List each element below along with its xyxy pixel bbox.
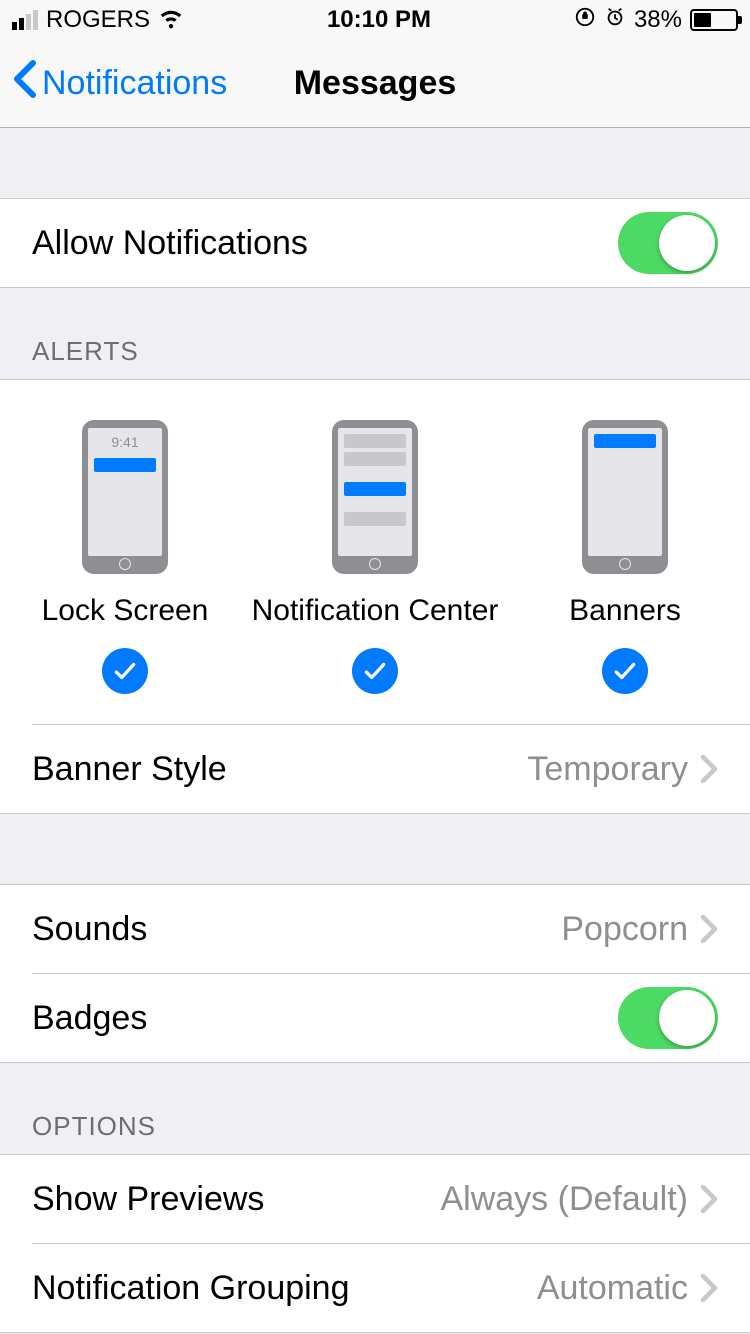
- show-previews-value: Always (Default): [440, 1180, 688, 1219]
- check-icon: [112, 658, 138, 684]
- banners-check[interactable]: [602, 648, 648, 694]
- notification-center-label: Notification Center: [252, 594, 499, 628]
- back-label: Notifications: [42, 64, 227, 103]
- alert-lock-screen[interactable]: 9:41 Lock Screen: [1, 420, 249, 694]
- row-banner-style[interactable]: Banner Style Temporary: [0, 725, 750, 813]
- alert-notification-center[interactable]: Notification Center: [251, 420, 499, 694]
- status-bar: ROGERS 10:10 PM 38%: [0, 0, 750, 40]
- status-time: 10:10 PM: [327, 6, 431, 34]
- banner-style-label: Banner Style: [32, 750, 227, 789]
- signal-icon: [12, 10, 38, 30]
- battery-pct: 38%: [634, 6, 682, 34]
- row-badges[interactable]: Badges: [0, 974, 750, 1062]
- lock-screen-label: Lock Screen: [42, 594, 209, 628]
- spacer: [0, 814, 750, 884]
- alert-banners[interactable]: Banners: [501, 420, 749, 694]
- lock-screen-check[interactable]: [102, 648, 148, 694]
- alarm-icon: [604, 6, 626, 35]
- group-alerts: 9:41 Lock Screen: [0, 379, 750, 814]
- badges-switch[interactable]: [618, 987, 718, 1049]
- check-icon: [362, 658, 388, 684]
- alerts-options: 9:41 Lock Screen: [0, 380, 750, 724]
- preview-time: 9:41: [94, 434, 156, 450]
- show-previews-label: Show Previews: [32, 1180, 264, 1219]
- notification-grouping-label: Notification Grouping: [32, 1269, 350, 1308]
- row-allow-notifications[interactable]: Allow Notifications: [0, 199, 750, 287]
- badges-label: Badges: [32, 999, 147, 1038]
- chevron-left-icon: [12, 59, 38, 108]
- banners-label: Banners: [569, 594, 681, 628]
- sounds-value: Popcorn: [561, 910, 688, 949]
- chevron-right-icon: [700, 914, 718, 944]
- options-header: OPTIONS: [0, 1063, 750, 1154]
- orientation-lock-icon: [574, 6, 596, 35]
- chevron-right-icon: [700, 1184, 718, 1214]
- wifi-icon: [158, 4, 184, 37]
- status-left: ROGERS: [12, 4, 184, 37]
- alerts-header: ALERTS: [0, 288, 750, 379]
- check-icon: [612, 658, 638, 684]
- chevron-right-icon: [700, 1273, 718, 1303]
- lock-screen-diagram: 9:41: [82, 420, 168, 574]
- notification-center-diagram: [332, 420, 418, 574]
- spacer: [0, 128, 750, 198]
- banner-style-value: Temporary: [527, 750, 688, 789]
- status-right: 38%: [574, 6, 738, 35]
- battery-icon: [690, 9, 738, 31]
- back-button[interactable]: Notifications: [0, 59, 227, 108]
- carrier-label: ROGERS: [46, 6, 150, 34]
- allow-label: Allow Notifications: [32, 224, 308, 263]
- row-sounds[interactable]: Sounds Popcorn: [0, 885, 750, 973]
- sounds-label: Sounds: [32, 910, 147, 949]
- notification-grouping-value: Automatic: [537, 1269, 688, 1308]
- row-notification-grouping[interactable]: Notification Grouping Automatic: [0, 1244, 750, 1332]
- nav-bar: Notifications Messages: [0, 40, 750, 128]
- banners-diagram: [582, 420, 668, 574]
- notification-center-check[interactable]: [352, 648, 398, 694]
- row-show-previews[interactable]: Show Previews Always (Default): [0, 1155, 750, 1243]
- group-allow: Allow Notifications: [0, 198, 750, 288]
- group-options: Show Previews Always (Default) Notificat…: [0, 1154, 750, 1333]
- group-sounds-badges: Sounds Popcorn Badges: [0, 884, 750, 1063]
- allow-switch[interactable]: [618, 212, 718, 274]
- chevron-right-icon: [700, 754, 718, 784]
